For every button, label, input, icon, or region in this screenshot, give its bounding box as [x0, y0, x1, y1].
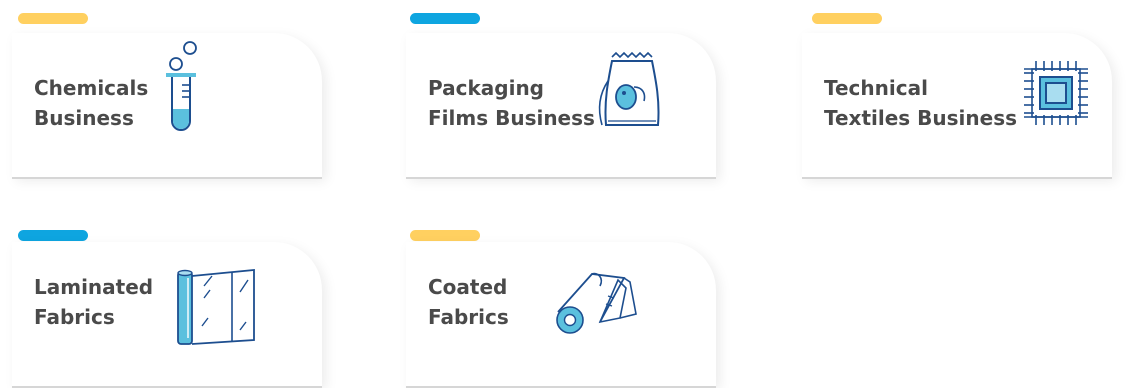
- business-card-laminated-fabrics[interactable]: Laminated Fabrics: [12, 242, 322, 386]
- card-title-laminated-fabrics: Laminated Fabrics: [34, 272, 153, 332]
- packaging-bag-icon: [594, 51, 664, 131]
- card-accent-pill-laminated: [18, 230, 88, 241]
- card-title-line1: Technical: [824, 76, 928, 100]
- card-title-line2: Textiles Business: [824, 106, 1018, 130]
- card-title-technical-textiles: Technical Textiles Business: [824, 73, 1017, 133]
- business-card-chemicals[interactable]: Chemicals Business: [12, 33, 322, 177]
- card-title-line2: Business: [34, 106, 134, 130]
- laminated-sheet-icon: [174, 268, 258, 348]
- fabric-roll-icon: [552, 268, 642, 334]
- card-title-line2: Fabrics: [428, 305, 509, 329]
- card-accent-pill-chemicals: [18, 13, 88, 24]
- card-title-line2: Fabrics: [34, 305, 115, 329]
- card-accent-pill-technical: [812, 13, 882, 24]
- business-card-packaging-films[interactable]: Packaging Films Business: [406, 33, 716, 177]
- card-title-line1: Coated: [428, 275, 508, 299]
- card-title-line1: Chemicals: [34, 76, 149, 100]
- card-title-coated-fabrics: Coated Fabrics: [428, 272, 509, 332]
- test-tube-icon: [164, 39, 210, 135]
- card-title-line1: Laminated: [34, 275, 154, 299]
- card-accent-pill-coated: [410, 230, 480, 241]
- card-accent-pill-packaging: [410, 13, 480, 24]
- card-title-chemicals: Chemicals Business: [34, 73, 148, 133]
- card-title-line2: Films Business: [428, 106, 595, 130]
- fabric-chip-icon: [1022, 59, 1090, 127]
- business-card-coated-fabrics[interactable]: Coated Fabrics: [406, 242, 716, 386]
- card-title-packaging-films: Packaging Films Business: [428, 73, 595, 133]
- card-title-line1: Packaging: [428, 76, 544, 100]
- business-card-technical-textiles[interactable]: Technical Textiles Business: [802, 33, 1112, 177]
